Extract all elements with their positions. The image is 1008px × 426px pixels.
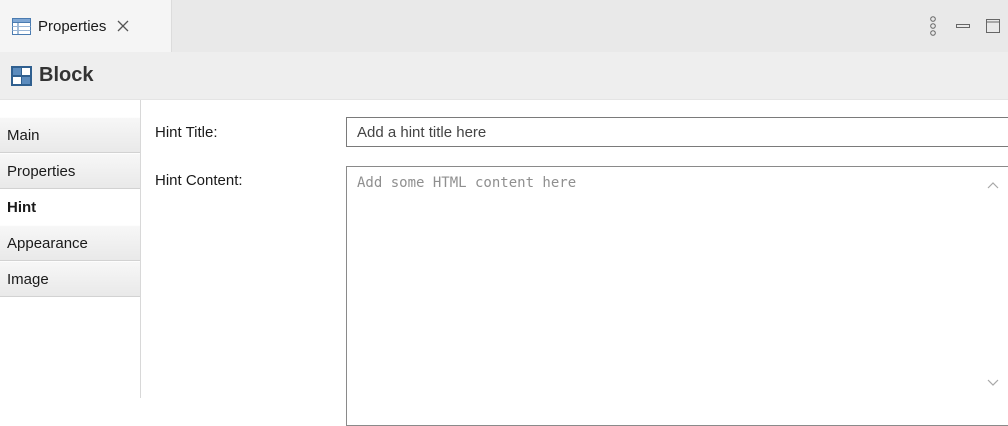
scroll-down-icon[interactable]: [985, 376, 1001, 390]
title-bar: Block: [0, 52, 1008, 100]
minimize-icon[interactable]: [948, 11, 978, 41]
maximize-icon[interactable]: [978, 11, 1008, 41]
page-title: Block: [39, 64, 94, 86]
view-tab-bar: Properties: [0, 0, 1008, 52]
properties-sidebar: Main Properties Hint Appearance Image: [0, 100, 141, 398]
tab-label: Properties: [38, 17, 107, 35]
hint-content-textarea[interactable]: [346, 166, 1008, 426]
scroll-up-icon[interactable]: [985, 178, 1001, 192]
sidebar-item-appearance[interactable]: Appearance: [0, 225, 140, 261]
properties-view-tab[interactable]: Properties: [0, 0, 172, 52]
sidebar-item-label: Properties: [7, 162, 76, 180]
view-menu-icon[interactable]: [918, 11, 948, 41]
sidebar-item-label: Main: [7, 126, 40, 144]
properties-table-icon: [12, 17, 31, 35]
sidebar-item-label: Hint: [7, 198, 37, 216]
hint-title-input[interactable]: [346, 117, 1008, 147]
sidebar-item-label: Appearance: [7, 234, 88, 252]
block-icon: [11, 65, 32, 86]
sidebar-item-hint[interactable]: Hint: [0, 189, 140, 225]
sidebar-item-label: Image: [7, 270, 49, 288]
sidebar-item-main[interactable]: Main: [0, 117, 140, 153]
sidebar-item-properties[interactable]: Properties: [0, 153, 140, 189]
close-icon[interactable]: [116, 19, 130, 33]
hint-title-label: Hint Title:: [155, 124, 218, 141]
view-actions: [918, 0, 1008, 52]
sidebar-item-image[interactable]: Image: [0, 261, 140, 297]
hint-content-label: Hint Content:: [155, 172, 243, 189]
